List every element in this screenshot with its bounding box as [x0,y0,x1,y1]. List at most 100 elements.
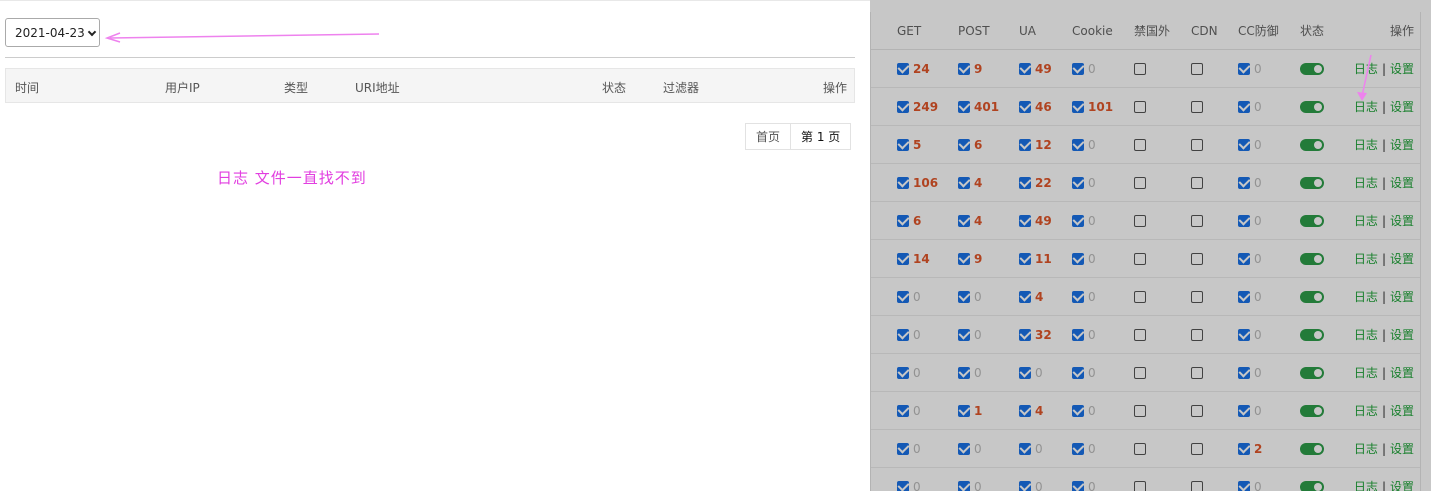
checkbox-checked-icon[interactable] [1019,214,1031,227]
checkbox-empty-icon[interactable] [1191,480,1203,491]
checkbox-checked-icon[interactable] [1072,290,1084,303]
checkbox-checked-icon[interactable] [1238,100,1250,113]
checkbox-empty-icon[interactable] [1191,366,1203,379]
checkbox-checked-icon[interactable] [958,138,970,151]
checkbox-empty-icon[interactable] [1191,290,1203,303]
checkbox-empty-icon[interactable] [1134,442,1146,455]
checkbox-checked-icon[interactable] [1072,138,1084,151]
checkbox-checked-icon[interactable] [958,328,970,341]
checkbox-empty-icon[interactable] [1191,138,1203,151]
checkbox-empty-icon[interactable] [1134,404,1146,417]
checkbox-checked-icon[interactable] [1019,62,1031,75]
checkbox-checked-icon[interactable] [1072,480,1084,491]
checkbox-checked-icon[interactable] [897,366,909,379]
settings-link[interactable]: 设置 [1390,478,1414,491]
log-link[interactable]: 日志 [1354,212,1378,229]
checkbox-checked-icon[interactable] [897,176,909,189]
checkbox-checked-icon[interactable] [897,442,909,455]
checkbox-checked-icon[interactable] [1238,404,1250,417]
checkbox-empty-icon[interactable] [1191,214,1203,227]
checkbox-checked-icon[interactable] [958,366,970,379]
toggle-on-icon[interactable] [1300,366,1324,379]
toggle-on-icon[interactable] [1300,100,1324,113]
settings-link[interactable]: 设置 [1390,288,1414,305]
checkbox-checked-icon[interactable] [1072,404,1084,417]
checkbox-checked-icon[interactable] [1238,328,1250,341]
settings-link[interactable]: 设置 [1390,98,1414,115]
checkbox-checked-icon[interactable] [958,100,970,113]
checkbox-checked-icon[interactable] [1019,404,1031,417]
log-link[interactable]: 日志 [1354,60,1378,77]
checkbox-checked-icon[interactable] [1238,442,1250,455]
toggle-on-icon[interactable] [1300,62,1324,75]
checkbox-empty-icon[interactable] [1134,176,1146,189]
checkbox-checked-icon[interactable] [1238,480,1250,491]
log-link[interactable]: 日志 [1354,402,1378,419]
checkbox-checked-icon[interactable] [1019,442,1031,455]
settings-link[interactable]: 设置 [1390,212,1414,229]
checkbox-checked-icon[interactable] [958,214,970,227]
checkbox-checked-icon[interactable] [1238,252,1250,265]
checkbox-checked-icon[interactable] [1072,442,1084,455]
checkbox-checked-icon[interactable] [958,252,970,265]
checkbox-checked-icon[interactable] [1072,328,1084,341]
toggle-on-icon[interactable] [1300,176,1324,189]
checkbox-checked-icon[interactable] [1238,290,1250,303]
checkbox-empty-icon[interactable] [1191,442,1203,455]
toggle-on-icon[interactable] [1300,290,1324,303]
toggle-on-icon[interactable] [1300,138,1324,151]
log-link[interactable]: 日志 [1354,478,1378,491]
checkbox-checked-icon[interactable] [897,404,909,417]
log-link[interactable]: 日志 [1354,136,1378,153]
checkbox-checked-icon[interactable] [1019,138,1031,151]
checkbox-checked-icon[interactable] [1072,62,1084,75]
checkbox-empty-icon[interactable] [1191,404,1203,417]
checkbox-empty-icon[interactable] [1134,100,1146,113]
checkbox-checked-icon[interactable] [897,480,909,491]
checkbox-checked-icon[interactable] [1019,252,1031,265]
checkbox-checked-icon[interactable] [897,214,909,227]
checkbox-checked-icon[interactable] [1238,366,1250,379]
checkbox-empty-icon[interactable] [1134,328,1146,341]
checkbox-checked-icon[interactable] [1019,328,1031,341]
checkbox-empty-icon[interactable] [1191,328,1203,341]
settings-link[interactable]: 设置 [1390,326,1414,343]
checkbox-checked-icon[interactable] [1072,252,1084,265]
checkbox-empty-icon[interactable] [1191,176,1203,189]
toggle-on-icon[interactable] [1300,442,1324,455]
checkbox-checked-icon[interactable] [1019,480,1031,491]
checkbox-checked-icon[interactable] [1072,366,1084,379]
log-link[interactable]: 日志 [1354,326,1378,343]
checkbox-checked-icon[interactable] [1019,176,1031,189]
toggle-on-icon[interactable] [1300,214,1324,227]
checkbox-empty-icon[interactable] [1134,290,1146,303]
checkbox-empty-icon[interactable] [1134,62,1146,75]
checkbox-checked-icon[interactable] [1019,100,1031,113]
checkbox-checked-icon[interactable] [1238,214,1250,227]
log-link[interactable]: 日志 [1354,174,1378,191]
checkbox-checked-icon[interactable] [1019,366,1031,379]
checkbox-checked-icon[interactable] [958,62,970,75]
settings-link[interactable]: 设置 [1390,174,1414,191]
checkbox-checked-icon[interactable] [958,404,970,417]
checkbox-checked-icon[interactable] [897,62,909,75]
log-link[interactable]: 日志 [1354,250,1378,267]
checkbox-checked-icon[interactable] [897,138,909,151]
settings-link[interactable]: 设置 [1390,364,1414,381]
checkbox-empty-icon[interactable] [1134,138,1146,151]
checkbox-checked-icon[interactable] [1238,138,1250,151]
toggle-on-icon[interactable] [1300,328,1324,341]
toggle-on-icon[interactable] [1300,252,1324,265]
checkbox-empty-icon[interactable] [1191,252,1203,265]
checkbox-checked-icon[interactable] [1072,214,1084,227]
checkbox-empty-icon[interactable] [1134,366,1146,379]
checkbox-empty-icon[interactable] [1134,214,1146,227]
checkbox-checked-icon[interactable] [897,328,909,341]
settings-link[interactable]: 设置 [1390,402,1414,419]
checkbox-checked-icon[interactable] [897,252,909,265]
log-link[interactable]: 日志 [1354,440,1378,457]
checkbox-checked-icon[interactable] [1238,176,1250,189]
checkbox-checked-icon[interactable] [1238,62,1250,75]
log-link[interactable]: 日志 [1354,364,1378,381]
toggle-on-icon[interactable] [1300,480,1324,491]
